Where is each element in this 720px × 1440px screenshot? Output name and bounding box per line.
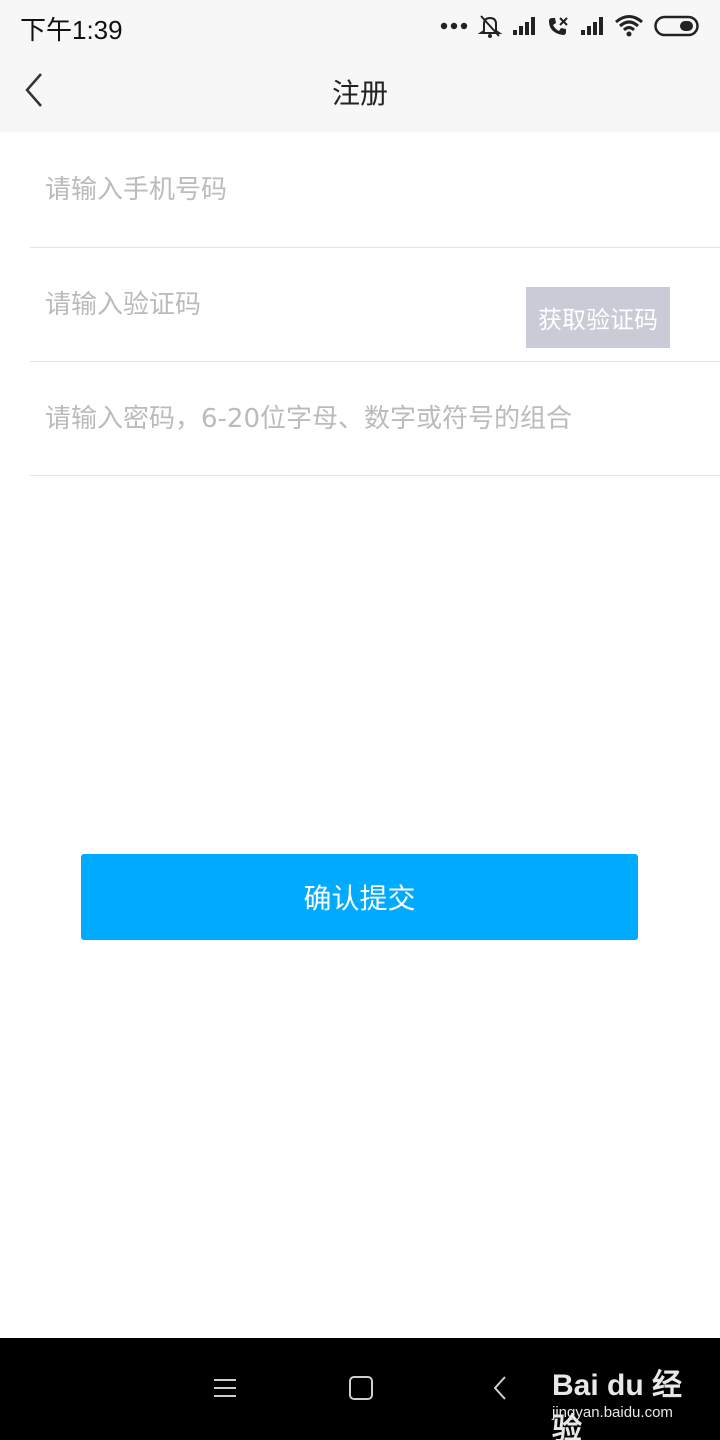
watermark-url: jingyan.baidu.com bbox=[552, 1404, 673, 1421]
phone-input[interactable] bbox=[45, 132, 705, 247]
home-button[interactable] bbox=[339, 1368, 383, 1412]
password-input[interactable] bbox=[45, 362, 705, 475]
verification-code-row: 获取验证码 bbox=[30, 248, 720, 362]
menu-button[interactable] bbox=[203, 1368, 247, 1412]
nav-back-button[interactable] bbox=[478, 1368, 522, 1412]
watermark-logo: Bai du 经验 bbox=[552, 1369, 683, 1440]
app-header: 注册 bbox=[0, 52, 720, 132]
call-missed-icon bbox=[546, 15, 570, 37]
baidu-watermark: Bai du 经验 jingyan.baidu.com bbox=[548, 1358, 708, 1440]
password-row bbox=[30, 362, 720, 476]
signal-icon bbox=[580, 16, 604, 36]
get-code-button[interactable]: 获取验证码 bbox=[526, 287, 670, 348]
status-time: 下午1:39 bbox=[20, 15, 123, 45]
wifi-icon bbox=[614, 14, 644, 38]
battery-icon bbox=[654, 15, 700, 37]
signal-icon bbox=[512, 16, 536, 36]
verification-code-input[interactable] bbox=[45, 248, 515, 361]
page-title: 注册 bbox=[331, 77, 388, 110]
submit-button[interactable]: 确认提交 bbox=[81, 854, 638, 940]
bell-muted-icon bbox=[478, 13, 502, 39]
home-square-icon bbox=[348, 1375, 374, 1405]
menu-icon bbox=[213, 1377, 237, 1403]
back-triangle-icon bbox=[492, 1375, 508, 1405]
status-bar: 下午1:39 bbox=[0, 0, 720, 52]
status-icons bbox=[440, 10, 700, 42]
more-dots-icon bbox=[440, 22, 468, 30]
phone-row bbox=[30, 132, 720, 248]
